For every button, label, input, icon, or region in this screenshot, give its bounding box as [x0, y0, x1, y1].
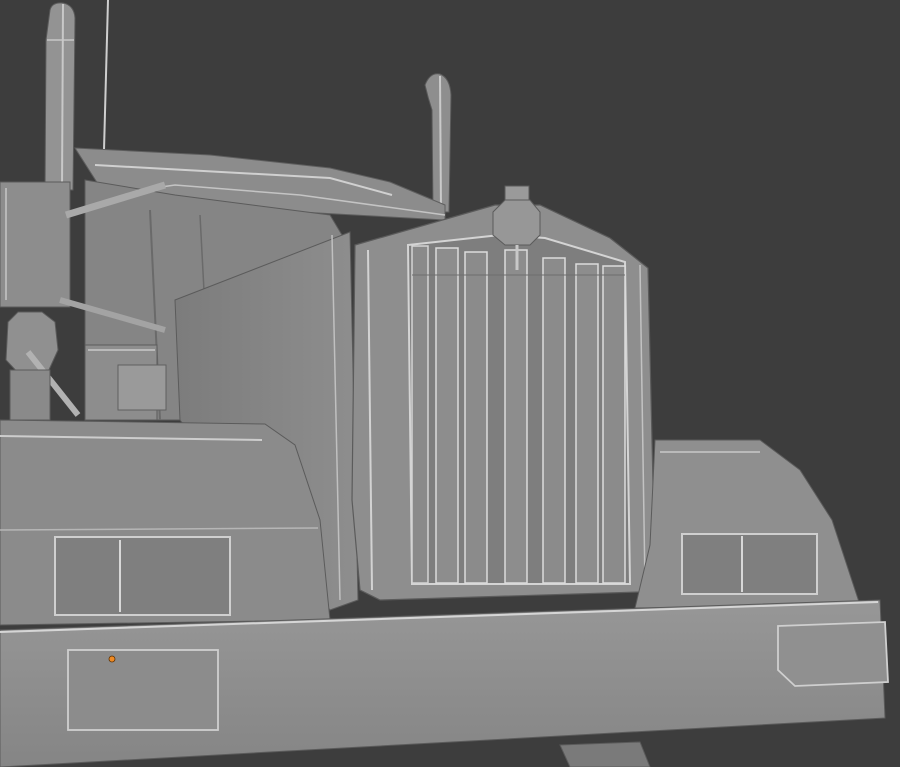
selected-vertex-marker[interactable] — [108, 655, 116, 663]
grille-bar — [411, 245, 429, 584]
grille-bar — [542, 257, 566, 584]
grille-bar — [575, 263, 599, 584]
license-plate-left — [67, 649, 219, 731]
viewport-render[interactable] — [0, 0, 900, 767]
fender-light-right — [681, 533, 818, 595]
exhaust-stack-left — [44, 2, 76, 191]
grille-bar — [435, 247, 459, 584]
headlight-pod — [84, 344, 167, 421]
3d-viewport[interactable] — [0, 0, 900, 767]
grille-bars — [411, 245, 626, 584]
grille-bar — [602, 265, 626, 584]
grille-bar — [464, 251, 488, 584]
grille-bar — [504, 249, 528, 584]
fender-light-left — [54, 536, 231, 616]
bumper-block-right — [777, 621, 889, 687]
